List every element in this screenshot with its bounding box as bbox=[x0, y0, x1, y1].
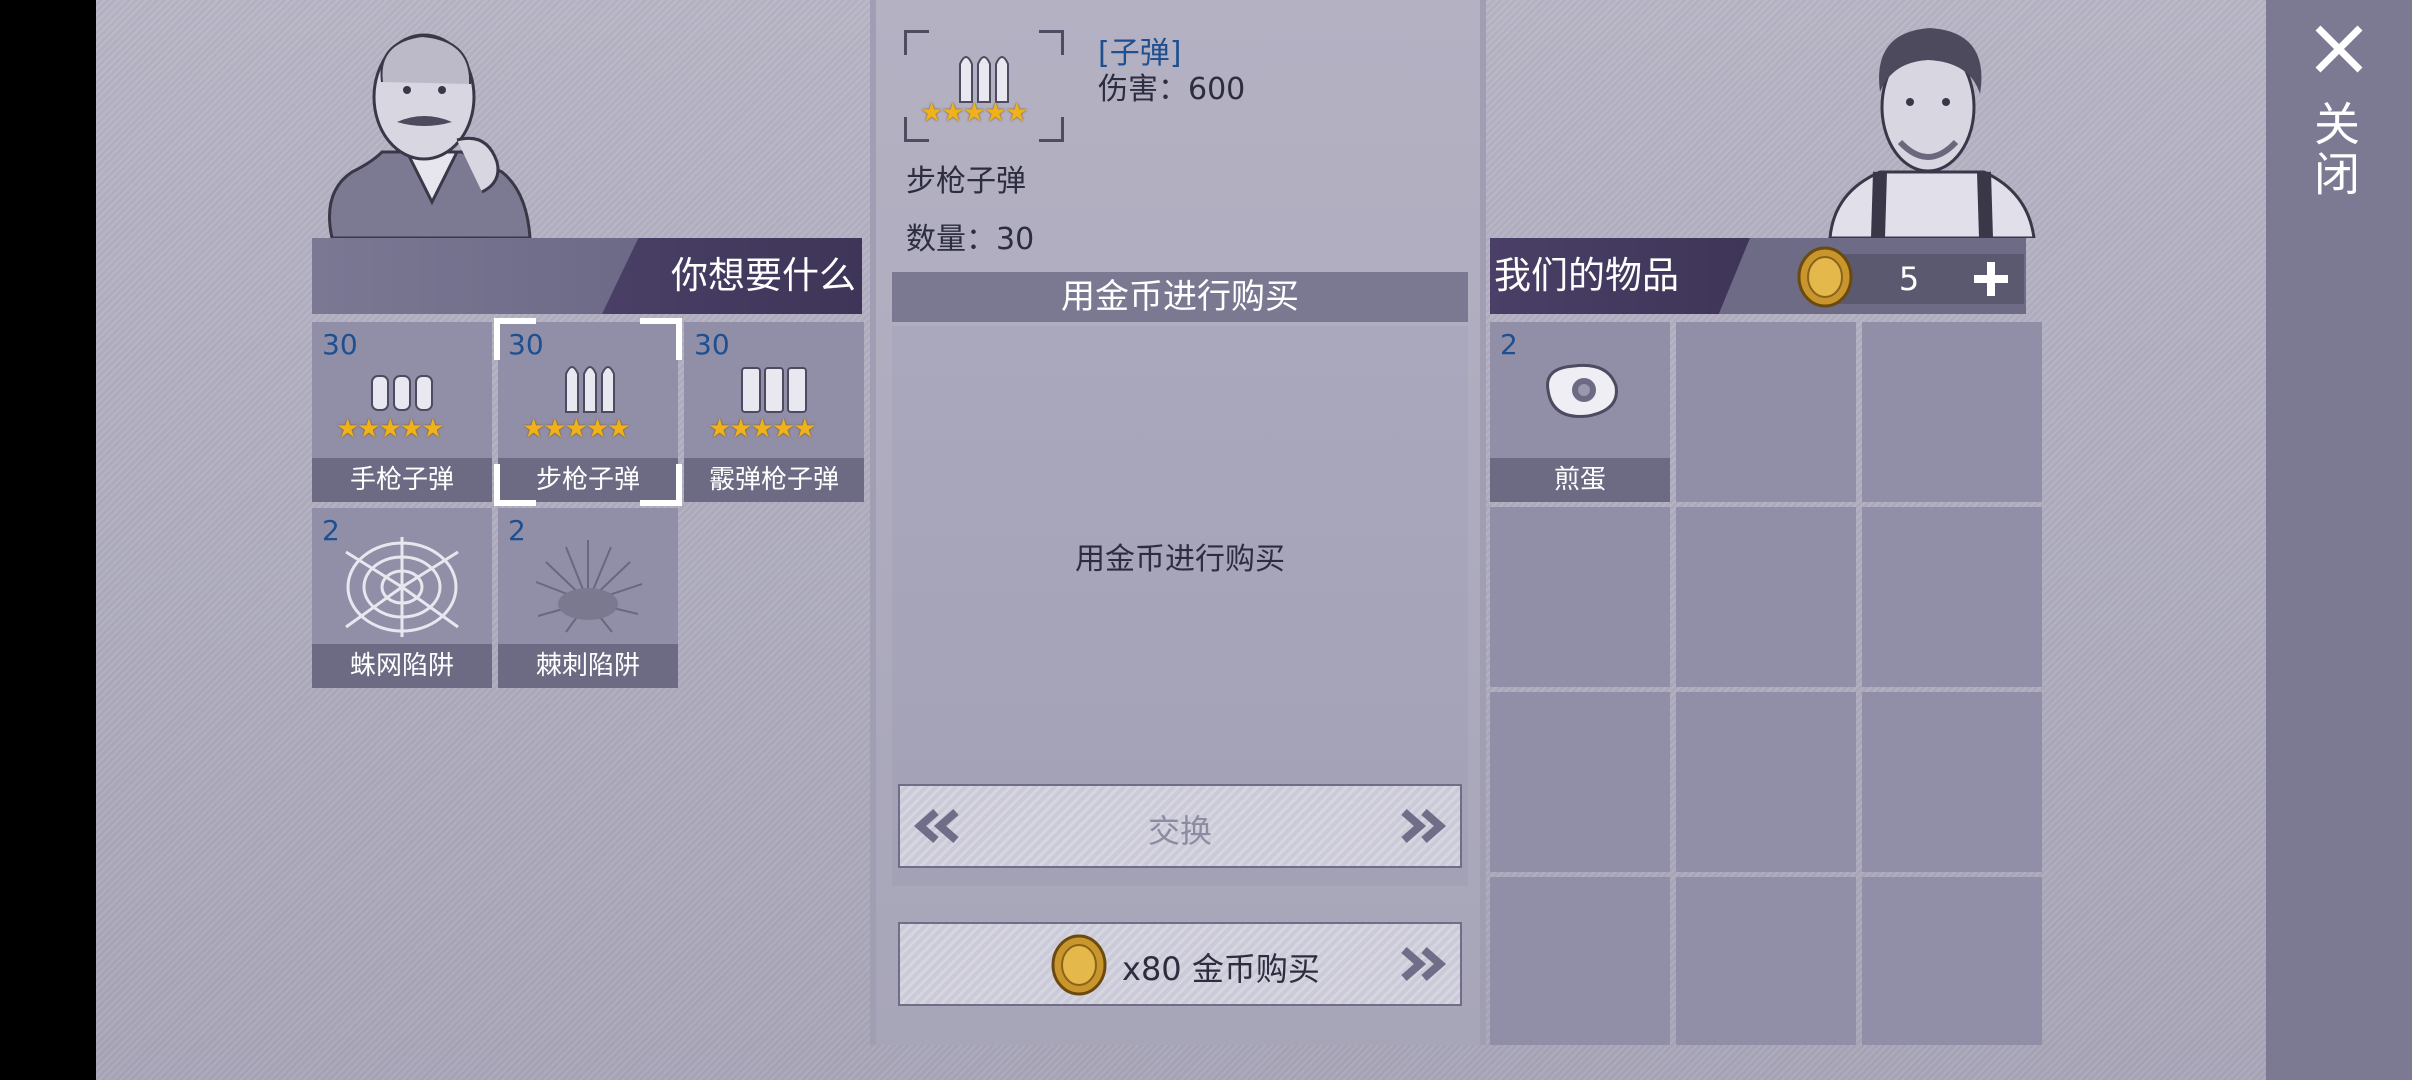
player-portrait bbox=[1828, 28, 2036, 238]
inventory-slot[interactable] bbox=[1490, 692, 1670, 872]
inventory-slot[interactable] bbox=[1862, 507, 2042, 687]
purchase-body-text: 用金币进行购买 bbox=[1075, 542, 1285, 577]
selection-corner bbox=[640, 464, 682, 506]
plus-icon bbox=[1974, 262, 2008, 296]
inventory-slot[interactable] bbox=[1862, 877, 2042, 1045]
want-header: 你想要什么 bbox=[312, 238, 862, 314]
close-icon[interactable] bbox=[2312, 22, 2366, 76]
shotgun-ammo-icon bbox=[741, 367, 807, 413]
item-qty: 30 bbox=[322, 328, 358, 361]
selection-corner bbox=[494, 464, 536, 506]
gold-coin-icon bbox=[1797, 246, 1853, 308]
chevron-right-icon bbox=[1401, 946, 1447, 982]
item-label: 蛛网陷阱 bbox=[312, 644, 492, 688]
inventory-slot[interactable] bbox=[1676, 877, 1856, 1045]
star-rating: ★★★★★ bbox=[708, 414, 817, 444]
item-qty: 30 bbox=[694, 328, 730, 361]
chevron-right-icon bbox=[1401, 808, 1447, 844]
exchange-button[interactable]: 交换 bbox=[898, 784, 1462, 868]
selection-corner bbox=[640, 318, 682, 360]
thorn-trap-icon bbox=[535, 540, 643, 633]
inventory-slot[interactable] bbox=[1490, 507, 1670, 687]
star-rating: ★★★★★ bbox=[522, 414, 631, 444]
merchant-portrait bbox=[328, 33, 532, 238]
detail-damage: 伤害：600 bbox=[1098, 72, 1246, 107]
detail-quantity: 数量：30 bbox=[906, 222, 1035, 257]
item-label: 棘刺陷阱 bbox=[498, 644, 678, 688]
spider-web-icon bbox=[345, 537, 459, 637]
selection-corner bbox=[494, 318, 536, 360]
buy-with-coins-button[interactable]: x80 金币购买 bbox=[898, 922, 1462, 1006]
inventory-slot[interactable] bbox=[1862, 322, 2042, 502]
item-label: 煎蛋 bbox=[1490, 458, 1670, 502]
buy-label: x80 金币购买 bbox=[1122, 950, 1320, 988]
purchase-header: 用金币进行购买 bbox=[892, 272, 1468, 322]
detail-name: 步枪子弹 bbox=[906, 164, 1026, 199]
star-rating: ★★★★★ bbox=[336, 414, 445, 444]
inventory-slot[interactable] bbox=[1676, 507, 1856, 687]
inventory-slot[interactable] bbox=[1676, 692, 1856, 872]
detail-item-frame: ★★★★★ bbox=[904, 30, 1064, 142]
item-web-trap[interactable]: 2 蛛网陷阱 bbox=[312, 508, 492, 688]
close-button-label[interactable]: 关闭 bbox=[2307, 100, 2362, 200]
our-items-title: 我们的物品 bbox=[1494, 254, 1679, 297]
inventory-slot[interactable] bbox=[1676, 322, 1856, 502]
item-label: 霰弹枪子弹 bbox=[684, 458, 864, 502]
rifle-ammo-icon bbox=[565, 366, 615, 413]
item-label: 手枪子弹 bbox=[312, 458, 492, 502]
star-rating: ★★★★★ bbox=[920, 98, 1029, 128]
item-thorn-trap[interactable]: 2 棘刺陷阱 bbox=[498, 508, 678, 688]
fried-egg-icon bbox=[1546, 363, 1618, 418]
inventory-slot-egg[interactable]: 2 煎蛋 bbox=[1490, 322, 1670, 502]
inventory-slot[interactable] bbox=[1862, 692, 2042, 872]
inventory-slot[interactable] bbox=[1490, 877, 1670, 1045]
pistol-ammo-icon bbox=[371, 375, 433, 411]
item-shotgun-ammo[interactable]: 30 ★★★★★ 霰弹枪子弹 bbox=[684, 322, 864, 502]
gold-coin-icon bbox=[1051, 934, 1107, 996]
add-coins-button[interactable] bbox=[1966, 254, 2016, 304]
rifle-ammo-icon bbox=[959, 56, 1009, 103]
item-qty: 2 bbox=[508, 514, 526, 547]
coin-count: 5 bbox=[1898, 260, 1920, 298]
item-qty: 2 bbox=[1500, 328, 1518, 361]
item-pistol-ammo[interactable]: 30 ★★★★★ 手枪子弹 bbox=[312, 322, 492, 502]
want-title: 你想要什么 bbox=[671, 254, 856, 297]
exchange-label: 交换 bbox=[1147, 812, 1212, 850]
item-rifle-ammo[interactable]: 30 ★★★★★ 步枪子弹 bbox=[494, 318, 682, 506]
